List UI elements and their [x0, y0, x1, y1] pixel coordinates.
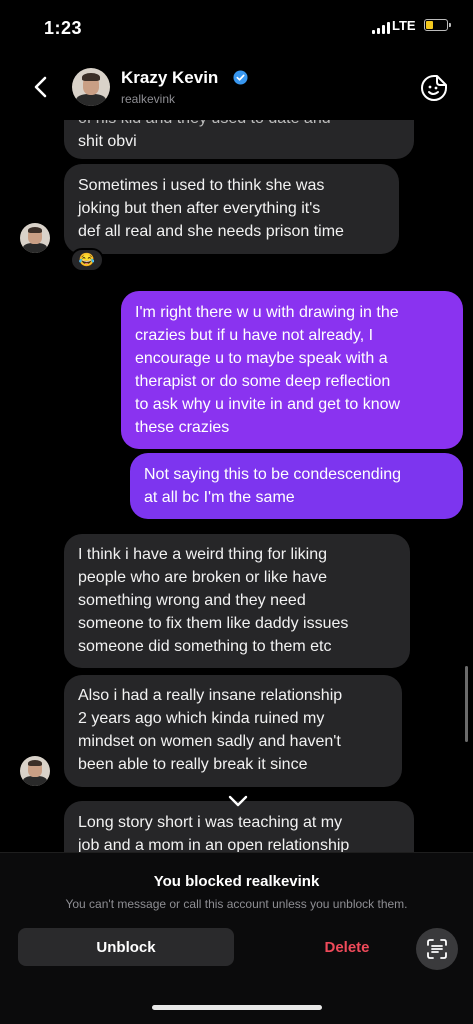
status-time: 1:23 [44, 18, 83, 38]
verified-badge-icon [233, 70, 248, 85]
scroll-down-chevron-icon[interactable] [227, 794, 249, 808]
avatar[interactable] [72, 68, 110, 106]
home-indicator [152, 1005, 322, 1010]
scrollbar[interactable] [465, 666, 468, 742]
contact-name[interactable]: Krazy Kevin [121, 68, 218, 88]
status-bar: 1:23 LTE [0, 0, 473, 50]
blocked-subtitle: You can't message or call this account u… [65, 897, 408, 911]
message-incoming[interactable]: Also i had a really insane relationship … [64, 675, 402, 787]
message-incoming[interactable]: of his kid and they used to date and shi… [64, 120, 414, 159]
avatar[interactable] [20, 223, 50, 253]
unblock-button[interactable]: Unblock [18, 928, 234, 966]
back-chevron-icon[interactable] [30, 72, 52, 102]
scan-text-icon [427, 939, 447, 959]
avatar[interactable] [20, 756, 50, 786]
message-outgoing[interactable]: Not saying this to be condescending at a… [130, 453, 463, 519]
battery-icon [424, 19, 451, 31]
blocked-title: You blocked realkevink [153, 873, 320, 890]
signal-icon [372, 22, 390, 34]
network-label: LTE [392, 18, 416, 33]
laugh-emoji-icon[interactable]: 😂 [70, 248, 104, 272]
scan-text-button[interactable] [416, 928, 458, 970]
message-outgoing[interactable]: I'm right there w u with drawing in the … [121, 291, 463, 449]
contact-username: realkevink [121, 92, 176, 106]
blocked-footer: You blocked realkevink You can't message… [0, 852, 473, 1024]
message-list[interactable]: of his kid and they used to date and shi… [0, 120, 473, 852]
chat-header: Krazy Kevin realkevink [0, 56, 473, 120]
message-incoming[interactable]: Long story short i was teaching at my jo… [64, 801, 414, 852]
sticker-icon[interactable] [420, 74, 448, 102]
message-incoming[interactable]: I think i have a weird thing for liking … [64, 534, 410, 668]
message-incoming[interactable]: Sometimes i used to think she was joking… [64, 164, 399, 254]
